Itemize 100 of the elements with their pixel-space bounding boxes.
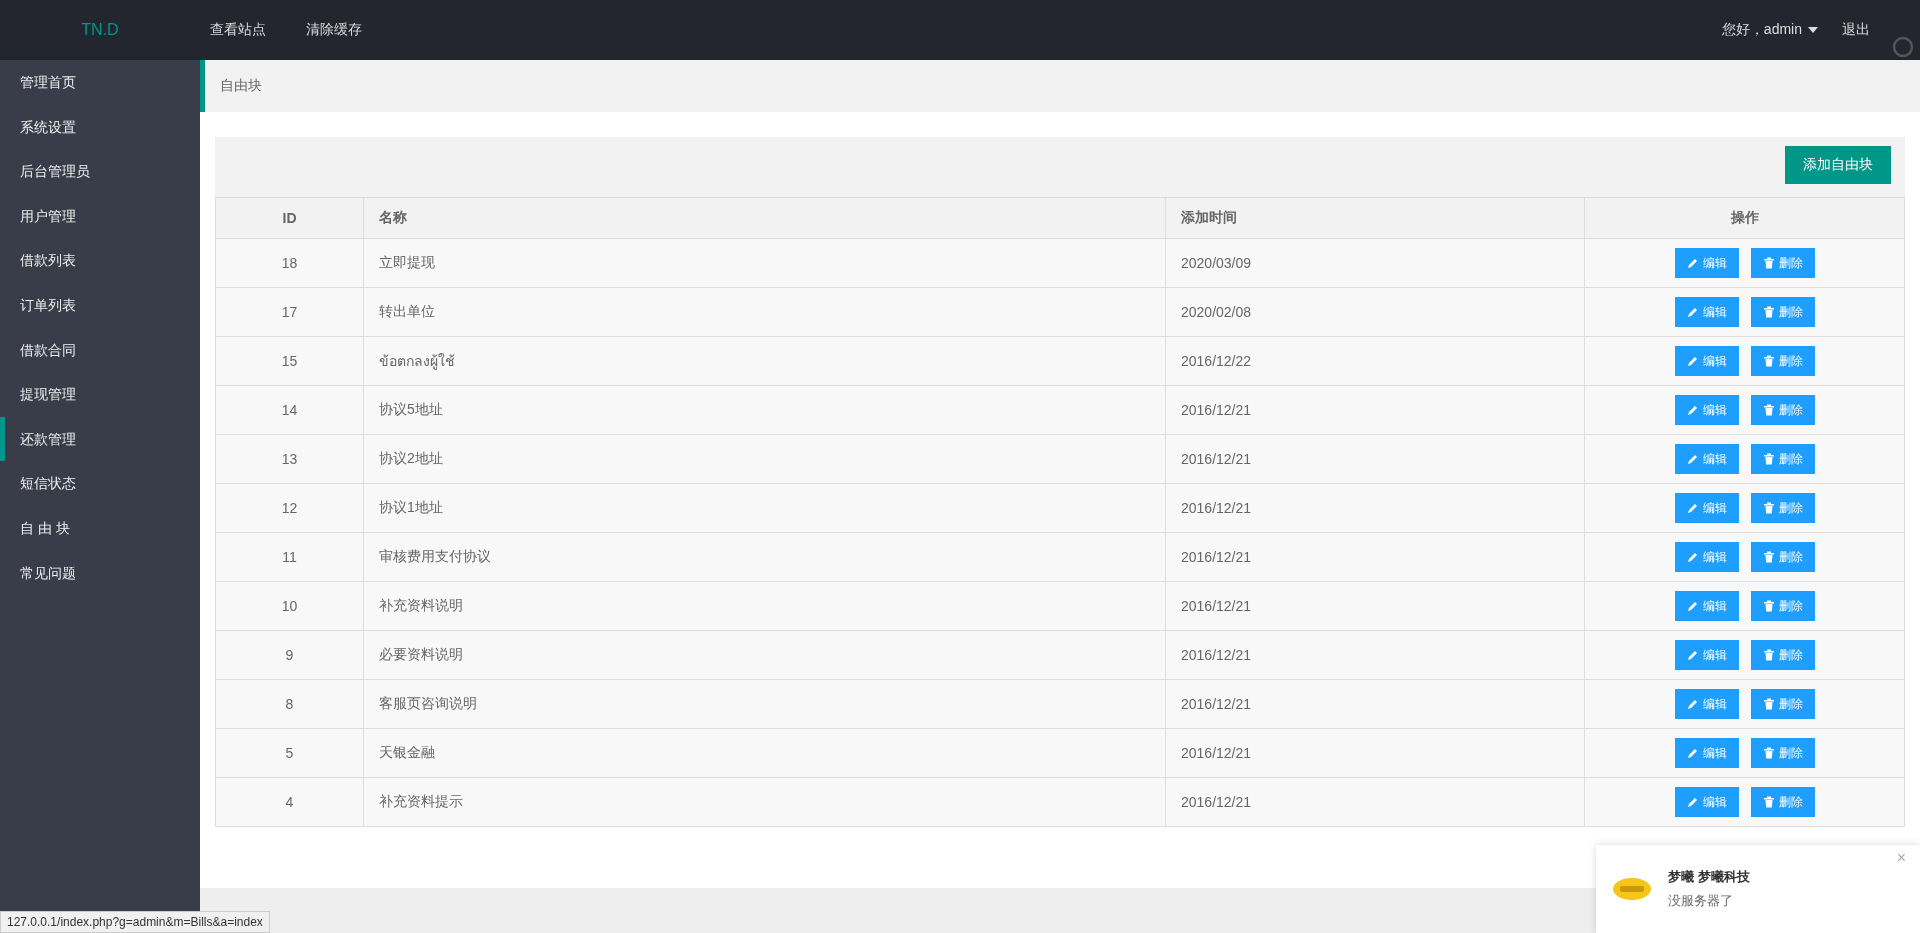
trash-icon (1762, 698, 1775, 710)
sidebar-item[interactable]: 提现管理 (0, 372, 200, 417)
table-cell: 审核费用支付协议 (363, 532, 1166, 582)
user-menu[interactable]: 您好，admin (1721, 21, 1818, 39)
pencil-icon (1686, 306, 1699, 318)
delete-button[interactable]: 删除 (1750, 346, 1815, 376)
table-cell: 2016/12/22 (1165, 336, 1585, 386)
pencil-icon (1686, 404, 1699, 416)
edit-button[interactable]: 编辑 (1674, 591, 1739, 621)
table-cell: 2016/12/21 (1165, 630, 1585, 680)
sidebar-item[interactable]: 自 由 块 (0, 505, 200, 551)
pencil-icon (1686, 796, 1699, 808)
table-cell: 8 (215, 679, 364, 729)
add-button[interactable]: 添加自由块 (1785, 146, 1891, 184)
edit-button[interactable]: 编辑 (1674, 297, 1739, 327)
table-cell: 11 (215, 532, 364, 582)
pencil-icon (1686, 600, 1699, 612)
delete-button[interactable]: 删除 (1750, 738, 1815, 768)
circle-icon (1892, 36, 1914, 58)
table-cell: 立即提现 (363, 238, 1166, 288)
edit-button[interactable]: 编辑 (1674, 493, 1739, 523)
delete-button[interactable]: 删除 (1750, 787, 1815, 817)
edit-button[interactable]: 编辑 (1674, 248, 1739, 278)
column-header: 操作 (1584, 197, 1905, 239)
sidebar-item[interactable]: 常见问题 (0, 550, 200, 596)
table-cell: 15 (215, 336, 364, 386)
table-cell: 2016/12/21 (1165, 385, 1585, 435)
table-cell: 天银金融 (363, 728, 1166, 778)
logout-link[interactable]: 退出 (1842, 21, 1870, 39)
sidebar-item[interactable]: 系统设置 (0, 104, 200, 150)
table-cell: 协议2地址 (363, 434, 1166, 484)
nav-link[interactable]: 查看站点 (210, 21, 266, 39)
delete-button[interactable]: 删除 (1750, 542, 1815, 572)
edit-button[interactable]: 编辑 (1674, 444, 1739, 474)
sidebar-item[interactable]: 管理首页 (0, 60, 200, 105)
edit-button[interactable]: 编辑 (1674, 346, 1739, 376)
table-cell: ข้อตกลงผู้ใช้ (363, 336, 1166, 386)
table-cell: 4 (215, 777, 364, 827)
pencil-icon (1686, 747, 1699, 759)
edit-button[interactable]: 编辑 (1674, 738, 1739, 768)
column-header: 名称 (363, 197, 1166, 239)
table-cell: 9 (215, 630, 364, 680)
pencil-icon (1686, 551, 1699, 563)
edit-button[interactable]: 编辑 (1674, 640, 1739, 670)
table-cell: 14 (215, 385, 364, 435)
delete-button[interactable]: 删除 (1750, 444, 1815, 474)
trash-icon (1762, 649, 1775, 661)
column-header: ID (215, 197, 364, 239)
delete-button[interactable]: 删除 (1750, 591, 1815, 621)
nav-link[interactable]: 清除缓存 (306, 21, 362, 39)
table-cell: 2016/12/21 (1165, 483, 1585, 533)
sidebar-item[interactable]: 订单列表 (0, 282, 200, 328)
trash-icon (1762, 257, 1775, 269)
delete-button[interactable]: 删除 (1750, 395, 1815, 425)
table-cell: 2016/12/21 (1165, 581, 1585, 631)
table-cell: 2020/02/08 (1165, 287, 1585, 337)
table-cell: 13 (215, 434, 364, 484)
delete-button[interactable]: 删除 (1750, 493, 1815, 523)
sidebar-item[interactable]: 短信状态 (0, 461, 200, 506)
notification-message: 没服务器了 (1668, 892, 1734, 910)
delete-button[interactable]: 删除 (1750, 248, 1815, 278)
pencil-icon (1686, 453, 1699, 465)
close-button[interactable]: × (1896, 849, 1906, 867)
pencil-icon (1686, 502, 1699, 514)
sidebar-item[interactable]: 后台管理员 (0, 149, 200, 194)
table-cell: 2016/12/21 (1165, 434, 1585, 484)
pencil-icon (1686, 257, 1699, 269)
table-cell: 转出单位 (363, 287, 1166, 337)
table-cell: 协议1地址 (363, 483, 1166, 533)
trash-icon (1762, 404, 1775, 416)
trash-icon (1762, 502, 1775, 514)
sidebar-item[interactable]: 借款列表 (0, 238, 200, 283)
edit-button[interactable]: 编辑 (1674, 395, 1739, 425)
edit-button[interactable]: 编辑 (1674, 689, 1739, 719)
column-header: 添加时间 (1165, 197, 1585, 239)
table-cell: 2016/12/21 (1165, 532, 1585, 582)
sidebar-item[interactable]: 用户管理 (0, 193, 200, 239)
table-cell: 协议5地址 (363, 385, 1166, 435)
trash-icon (1762, 747, 1775, 759)
logo-icon (1612, 877, 1652, 901)
sidebar-item[interactable]: 借款合同 (0, 327, 200, 373)
table-cell: 补充资料提示 (363, 777, 1166, 827)
edit-button[interactable]: 编辑 (1674, 787, 1739, 817)
table-cell: 2016/12/21 (1165, 777, 1585, 827)
table-cell: 10 (215, 581, 364, 631)
trash-icon (1762, 453, 1775, 465)
trash-icon (1762, 355, 1775, 367)
delete-button[interactable]: 删除 (1750, 689, 1815, 719)
trash-icon (1762, 796, 1775, 808)
trash-icon (1762, 306, 1775, 318)
table-cell: 17 (215, 287, 364, 337)
caret-icon (1808, 27, 1818, 33)
table-cell: 2016/12/21 (1165, 679, 1585, 729)
pencil-icon (1686, 698, 1699, 710)
table-cell: 2016/12/21 (1165, 728, 1585, 778)
delete-button[interactable]: 删除 (1750, 297, 1815, 327)
delete-button[interactable]: 删除 (1750, 640, 1815, 670)
status-url: 127.0.0.1/index.php?g=admin&m=Bills&a=index (7, 915, 263, 929)
edit-button[interactable]: 编辑 (1674, 542, 1739, 572)
table-cell: 补充资料说明 (363, 581, 1166, 631)
